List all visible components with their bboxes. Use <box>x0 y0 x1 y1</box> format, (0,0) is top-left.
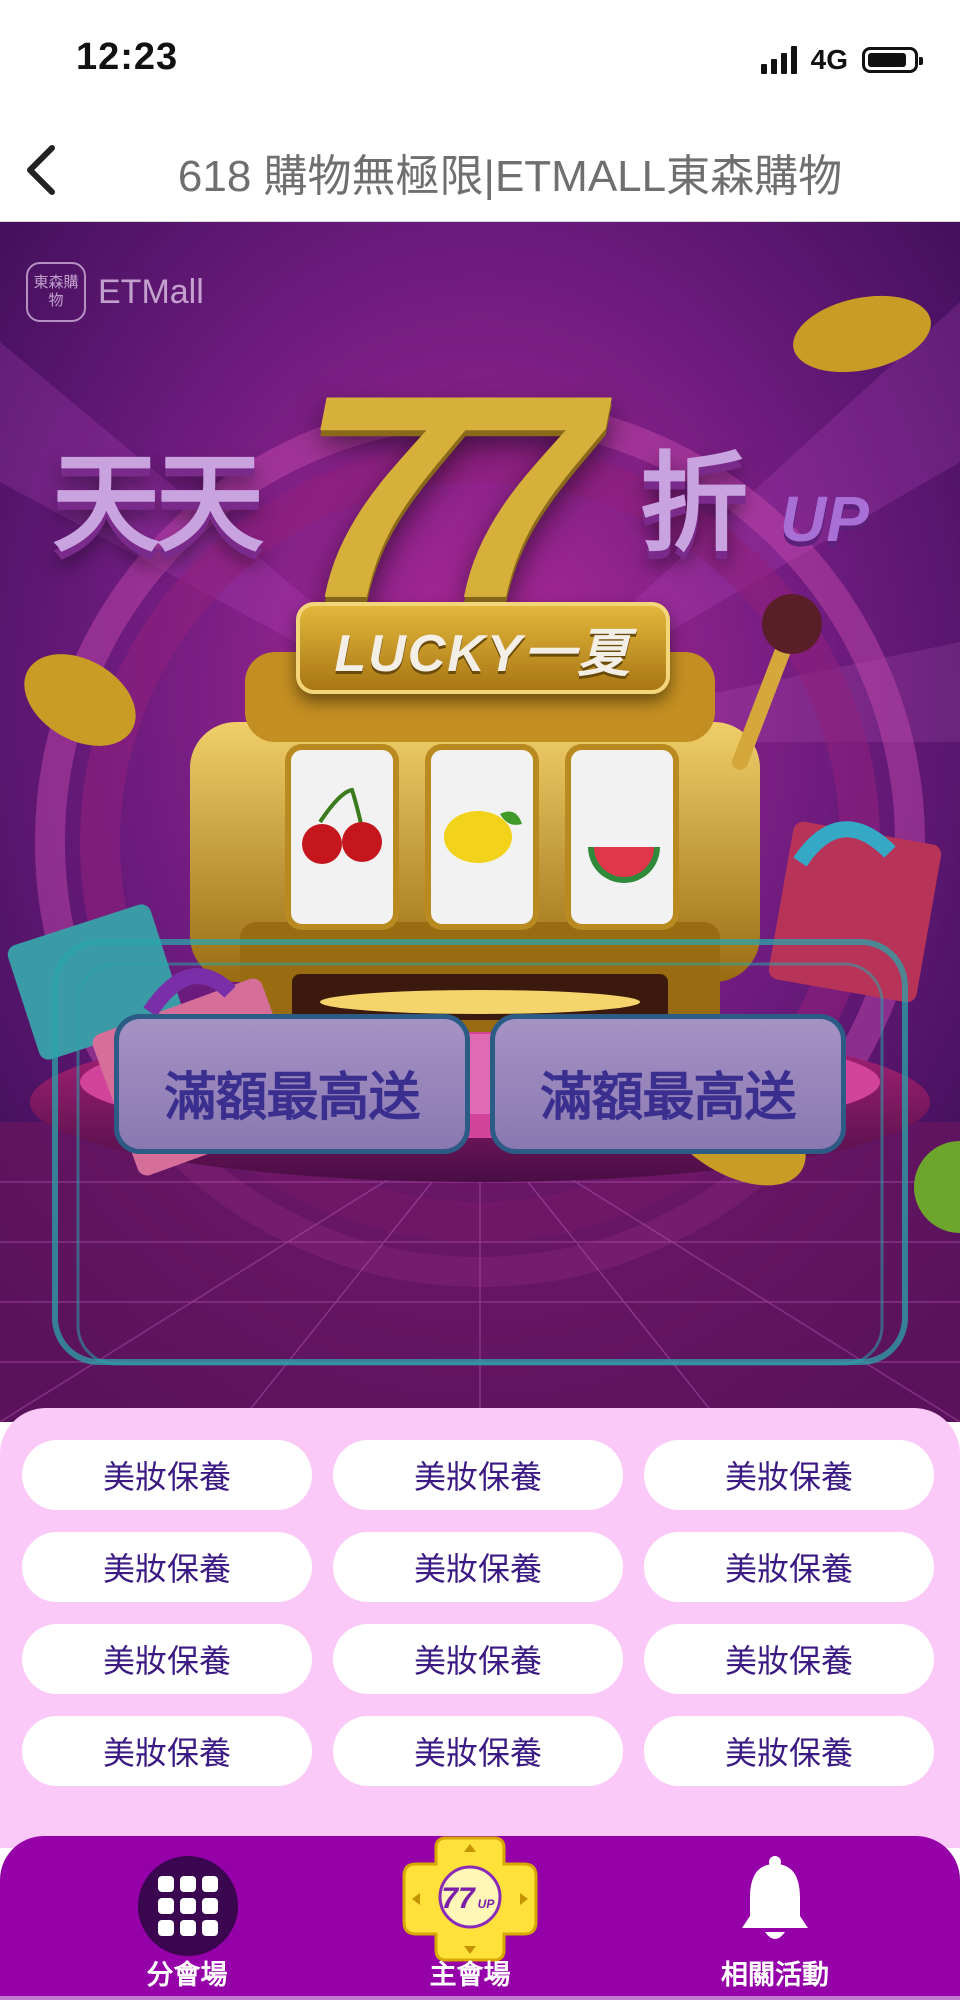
category-pill[interactable]: 美妝保養 <box>22 1716 312 1786</box>
logo-text: ETMall <box>98 272 204 311</box>
promo-badge[interactable]: 滿額最高送 <box>490 1014 846 1154</box>
chevron-left-icon <box>27 145 55 195</box>
tab-label: 主會場 <box>429 1960 511 1990</box>
promo-badge-text: 滿額最高送 <box>540 1069 796 1127</box>
logo-seal: 東森購物 <box>26 262 86 322</box>
headline-suffix: UP <box>780 483 869 555</box>
77up-badge-icon: 77 UP <box>402 1836 538 1962</box>
category-pill[interactable]: 美妝保養 <box>22 1624 312 1694</box>
category-pill[interactable]: 美妝保養 <box>22 1532 312 1602</box>
grid-icon <box>138 1856 238 1956</box>
headline-right: 折 <box>640 443 749 564</box>
category-pill[interactable]: 美妝保養 <box>333 1624 623 1694</box>
tab-related-events[interactable]: 相關活動 <box>700 1836 850 2000</box>
category-pill[interactable]: 美妝保養 <box>644 1532 934 1602</box>
status-indicators: 4G <box>760 42 923 78</box>
bottom-tab-bar: 分會場 77 UP 主會場 相關活動 <box>0 1836 960 2000</box>
category-pill[interactable]: 美妝保養 <box>644 1624 934 1694</box>
promo-banner[interactable]: 東森購物 ETMall 天天 77 折 UP LUCKY一夏 滿額最高送 滿額最… <box>0 222 960 1422</box>
headline-number: 77 <box>300 335 601 659</box>
status-bar: 12:23 4G <box>0 0 960 118</box>
signal-icon <box>760 46 797 74</box>
category-grid: 美妝保養 美妝保養 美妝保養 美妝保養 美妝保養 美妝保養 美妝保養 美妝保養 … <box>22 1440 934 1786</box>
category-pill[interactable]: 美妝保養 <box>333 1716 623 1786</box>
nav-bar: 618 購物無極限|ETMALL東森購物 <box>0 118 960 222</box>
status-time: 12:23 <box>76 36 179 78</box>
headline: 天天 77 折 UP <box>0 352 960 642</box>
tab-label: 分會場 <box>146 1960 228 1990</box>
tab-main-venue[interactable]: 77 UP 主會場 <box>390 1836 550 2000</box>
category-pill[interactable]: 美妝保養 <box>333 1532 623 1602</box>
badge-suffix: UP <box>478 1897 496 1911</box>
category-pill[interactable]: 美妝保養 <box>333 1440 623 1510</box>
category-pill[interactable]: 美妝保養 <box>644 1440 934 1510</box>
back-button[interactable] <box>12 136 78 202</box>
lucky-text: LUCKY一夏 <box>334 624 632 683</box>
category-pill[interactable]: 美妝保養 <box>644 1716 934 1786</box>
headline-left: 天天 <box>52 443 264 564</box>
category-pill[interactable]: 美妝保養 <box>22 1440 312 1510</box>
network-type: 4G <box>810 44 848 75</box>
promo-badge[interactable]: 滿額最高送 <box>114 1014 470 1154</box>
tab-label: 相關活動 <box>721 1960 829 1990</box>
bell-icon <box>742 1856 808 1939</box>
etmall-logo: 東森購物 ETMall <box>26 262 204 322</box>
battery-icon <box>862 47 923 73</box>
category-panel: 美妝保養 美妝保養 美妝保養 美妝保養 美妝保養 美妝保養 美妝保養 美妝保養 … <box>0 1408 960 1848</box>
lucky-plate: LUCKY一夏 <box>296 602 670 694</box>
badge-number: 77 <box>441 1882 476 1915</box>
page-title: 618 購物無極限|ETMALL東森購物 <box>177 152 843 201</box>
tab-sub-venue[interactable]: 分會場 <box>112 1836 262 2000</box>
promo-badge-text: 滿額最高送 <box>164 1069 420 1127</box>
